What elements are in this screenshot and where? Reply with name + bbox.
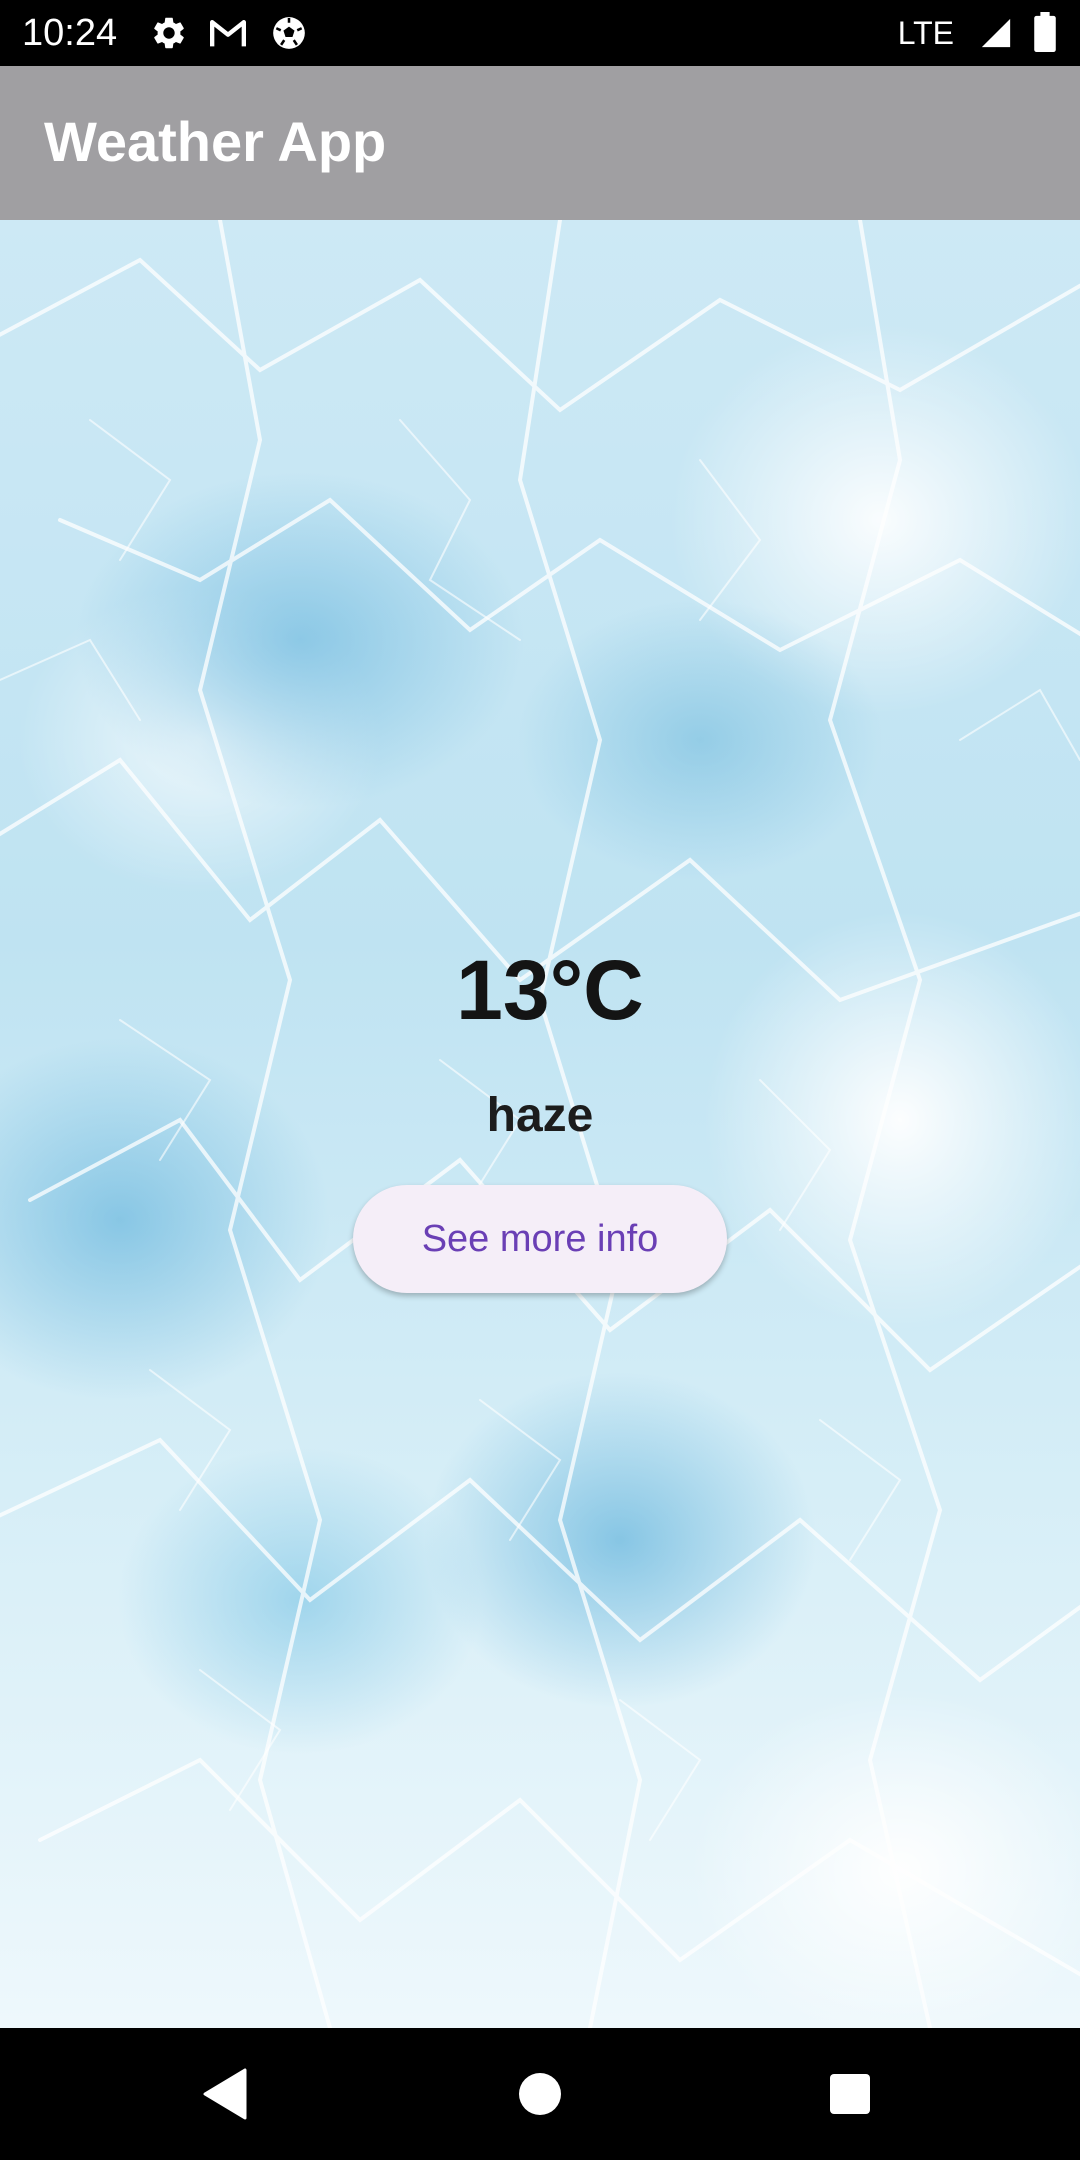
home-icon[interactable]	[480, 2028, 600, 2160]
see-more-info-button[interactable]: See more info	[353, 1185, 727, 1293]
screen: 10:24 LTE Weather App 13°C haze See more…	[0, 0, 1080, 2160]
network-type: LTE	[897, 15, 954, 51]
recents-icon[interactable]	[790, 2028, 910, 2160]
status-time: 10:24	[22, 12, 118, 54]
gmail-icon	[208, 14, 246, 52]
navigation-bar	[0, 2028, 1080, 2160]
gear-icon	[150, 14, 188, 52]
app-title: Weather App	[44, 110, 387, 173]
app-bar: Weather App	[0, 66, 1080, 220]
weather-background: 13°C haze See more info	[0, 220, 1080, 2028]
soccer-ball-icon	[270, 14, 308, 52]
battery-icon	[1034, 12, 1072, 52]
signal-icon	[978, 16, 1016, 54]
temperature-value: 13°C	[456, 943, 644, 1037]
back-icon[interactable]	[166, 2028, 286, 2160]
weather-condition: haze	[486, 1089, 594, 1142]
status-bar: 10:24 LTE	[0, 0, 1080, 66]
